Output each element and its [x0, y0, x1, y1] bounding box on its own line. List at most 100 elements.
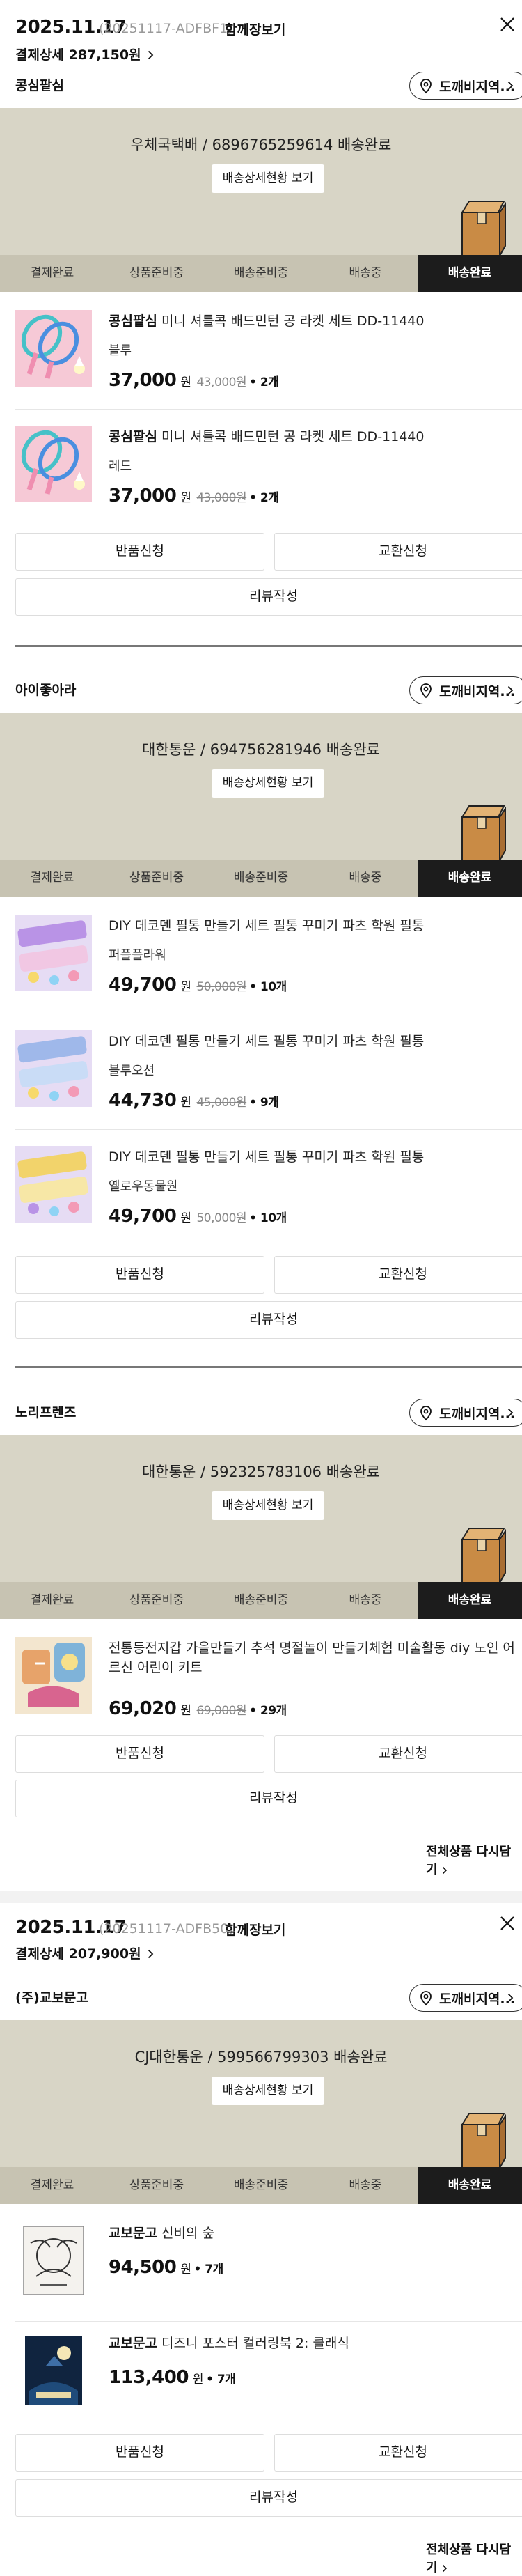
currency: 원: [192, 2373, 204, 2387]
parcel-box-icon: [461, 805, 506, 860]
step-ready: 배송준비중: [233, 266, 289, 280]
product-image: [15, 426, 92, 502]
product-quantity: • 2개: [249, 491, 279, 505]
reorder-all-link[interactable]: 전체상품 다시담기: [426, 2540, 522, 2576]
close-icon[interactable]: [500, 17, 515, 32]
order-item[interactable]: DIY 데코덴 필통 만들기 세트 필통 꾸미기 파츠 학원 필통 옐로우동물원…: [15, 1146, 522, 1229]
exchange-request-button[interactable]: 교환신청: [274, 533, 522, 571]
step-delivered: 배송완료: [418, 2167, 522, 2204]
parcel-box-icon: [461, 201, 506, 256]
track-detail-button[interactable]: 배송상세현황 보기: [212, 769, 324, 798]
step-paid: 결제완료: [30, 1593, 74, 1607]
step-paid: 결제완료: [30, 871, 74, 885]
shop-together-toggle[interactable]: 함께장보기: [225, 20, 285, 38]
delivery-steps: 결제완료 상품준비중 배송준비중 배송중 배송완료: [0, 860, 522, 897]
original-price: 45,000원: [196, 1096, 247, 1110]
reorder-all-label: 전체상품 다시담기: [426, 1845, 512, 1877]
step-delivered: 배송완료: [418, 1582, 522, 1619]
product-price-row: 37,000 원 43,000원 • 2개: [109, 486, 279, 506]
write-review-button[interactable]: 리뷰작성: [15, 1301, 522, 1339]
delivery-steps: 결제완료 상품준비중 배송준비중 배송중 배송완료: [0, 2167, 522, 2204]
track-detail-button[interactable]: 배송상세현황 보기: [212, 2077, 324, 2105]
exchange-request-button[interactable]: 교환신청: [274, 1256, 522, 1294]
product-quantity: • 29개: [249, 1704, 287, 1718]
order-item[interactable]: 콩심팥심 미니 셔틀콕 배드민턴 공 라켓 세트 DD-11440 레드 37,…: [15, 426, 522, 509]
delivery-tracker: 대한통운 / 592325783106 배송완료 배송상세현황 보기 결제완료 …: [0, 1435, 522, 1619]
product-title: 콩심팥심 미니 셔틀콕 배드민턴 공 라켓 세트 DD-11440: [109, 427, 519, 447]
exchange-request-button[interactable]: 교환신청: [274, 1735, 522, 1773]
delivery-steps: 결제완료 상품준비중 배송준비중 배송중 배송완료: [0, 1582, 522, 1619]
chevron-right-icon: [442, 1866, 447, 1875]
shop-visit-button[interactable]: 도깨비지역...: [409, 72, 522, 100]
step-paid: 결제완료: [30, 266, 74, 280]
return-request-button[interactable]: 반품신청: [15, 1256, 264, 1294]
shop-name[interactable]: 콩심팥심: [15, 72, 64, 100]
product-image: [15, 310, 92, 387]
product-title: 교보문고 신비의 숲: [109, 2224, 519, 2243]
shop-name[interactable]: 노리프렌즈: [15, 1399, 76, 1427]
product-image: [15, 2332, 92, 2409]
exchange-request-button[interactable]: 교환신청: [274, 2434, 522, 2472]
item-divider: [15, 1129, 522, 1130]
write-review-button[interactable]: 리뷰작성: [15, 578, 522, 616]
product-price-row: 69,020 원 69,000원 • 29개: [109, 1698, 287, 1719]
order-item[interactable]: 전통등전지갑 가을만들기 추석 명절놀이 만들기체험 미술활동 diy 노인 어…: [15, 1637, 522, 1721]
currency: 원: [180, 1096, 191, 1110]
shop-section: 콩심팥심 도깨비지역... 우체국택배 / 6896765259614 배송완료…: [0, 72, 522, 647]
step-shipping: 배송중: [349, 1593, 382, 1607]
shop-visit-button[interactable]: 도깨비지역...: [409, 676, 522, 704]
shop-together-toggle[interactable]: 함께장보기: [225, 1920, 285, 1939]
track-detail-button[interactable]: 배송상세현황 보기: [212, 164, 324, 193]
item-divider: [15, 2321, 522, 2322]
payment-summary[interactable]: 결제상세 287,150원: [15, 45, 154, 63]
location-pin-icon: [420, 1991, 432, 2006]
carrier-tracking-info: 우체국택배 / 6896765259614 배송완료: [130, 137, 392, 153]
shop-name[interactable]: (주)교보문고: [15, 1984, 88, 2012]
track-detail-button[interactable]: 배송상세현황 보기: [212, 1491, 324, 1520]
delivery-tracker: CJ대한통운 / 599566799303 배송완료 배송상세현황 보기 결제완…: [0, 2020, 522, 2204]
product-name: 전통등전지갑 가을만들기 추석 명절놀이 만들기체험 미술활동 diy 노인 어…: [109, 1640, 515, 1675]
shop-visit-label: 도깨비지역...: [439, 1406, 516, 1422]
payment-summary[interactable]: 결제상세 207,900원: [15, 1943, 154, 1962]
reorder-all-link[interactable]: 전체상품 다시담기: [426, 1842, 522, 1878]
product-title: DIY 데코덴 필통 만들기 세트 필통 꾸미기 파츠 학원 필통: [109, 1147, 519, 1167]
shop-name[interactable]: 아이좋아라: [15, 676, 76, 704]
product-name: DIY 데코덴 필통 만들기 세트 필통 꾸미기 파츠 학원 필통: [109, 1034, 425, 1049]
write-review-button[interactable]: 리뷰작성: [15, 2479, 522, 2517]
return-request-button[interactable]: 반품신청: [15, 533, 264, 571]
original-price: 50,000원: [196, 1211, 247, 1225]
return-request-button[interactable]: 반품신청: [15, 1735, 264, 1773]
product-quantity: • 2개: [249, 375, 279, 389]
product-image: [15, 2222, 92, 2299]
original-price: 43,000원: [196, 375, 247, 389]
order-item[interactable]: DIY 데코덴 필통 만들기 세트 필통 꾸미기 파츠 학원 필통 블루오션 4…: [15, 1030, 522, 1114]
product-title: 콩심팥심 미니 셔틀콕 배드민턴 공 라켓 세트 DD-11440: [109, 311, 519, 331]
close-icon[interactable]: [500, 1916, 515, 1931]
shop-visit-button[interactable]: 도깨비지역...: [409, 1984, 522, 2012]
currency: 원: [180, 2263, 191, 2276]
chevron-right-icon: [507, 1408, 514, 1418]
chevron-right-icon: [148, 1949, 154, 1959]
order-item[interactable]: 교보문고 신비의 숲 94,500 원 • 7개: [15, 2222, 522, 2306]
payment-summary-label: 결제상세: [15, 1946, 64, 1962]
product-image: [15, 1030, 92, 1107]
write-review-button[interactable]: 리뷰작성: [15, 1780, 522, 1817]
order-item[interactable]: 교보문고 디즈니 포스터 컬러링북 2: 클래식 113,400 원 • 7개: [15, 2332, 522, 2416]
parcel-box-icon: [461, 1528, 506, 1583]
return-request-button[interactable]: 반품신청: [15, 2434, 264, 2472]
delivery-tracker: 대한통운 / 694756281946 배송완료 배송상세현황 보기 결제완료 …: [0, 713, 522, 897]
carrier-tracking-info: 대한통운 / 592325783106 배송완료: [142, 1464, 380, 1480]
product-option: 퍼플플라워: [109, 948, 166, 963]
order-header: 2025.11.17 (20251117-ADFBF1) 함께장보기 결제상세 …: [0, 0, 522, 70]
product-option: 옐로우동물원: [109, 1179, 178, 1194]
shop-divider: [15, 1366, 522, 1368]
parcel-box-icon: [461, 2113, 506, 2168]
order-number: (20251117-ADFBF1): [99, 21, 233, 36]
step-shipping: 배송중: [349, 2178, 382, 2192]
product-name: 신비의 숲: [161, 2226, 214, 2241]
order-item[interactable]: DIY 데코덴 필통 만들기 세트 필통 꾸미기 파츠 학원 필통 퍼플플라워 …: [15, 915, 522, 998]
shop-visit-button[interactable]: 도깨비지역...: [409, 1399, 522, 1427]
step-ready: 배송준비중: [233, 1593, 289, 1607]
order-item[interactable]: 콩심팥심 미니 셔틀콕 배드민턴 공 라켓 세트 DD-11440 블루 37,…: [15, 310, 522, 394]
step-delivered: 배송완료: [418, 255, 522, 292]
